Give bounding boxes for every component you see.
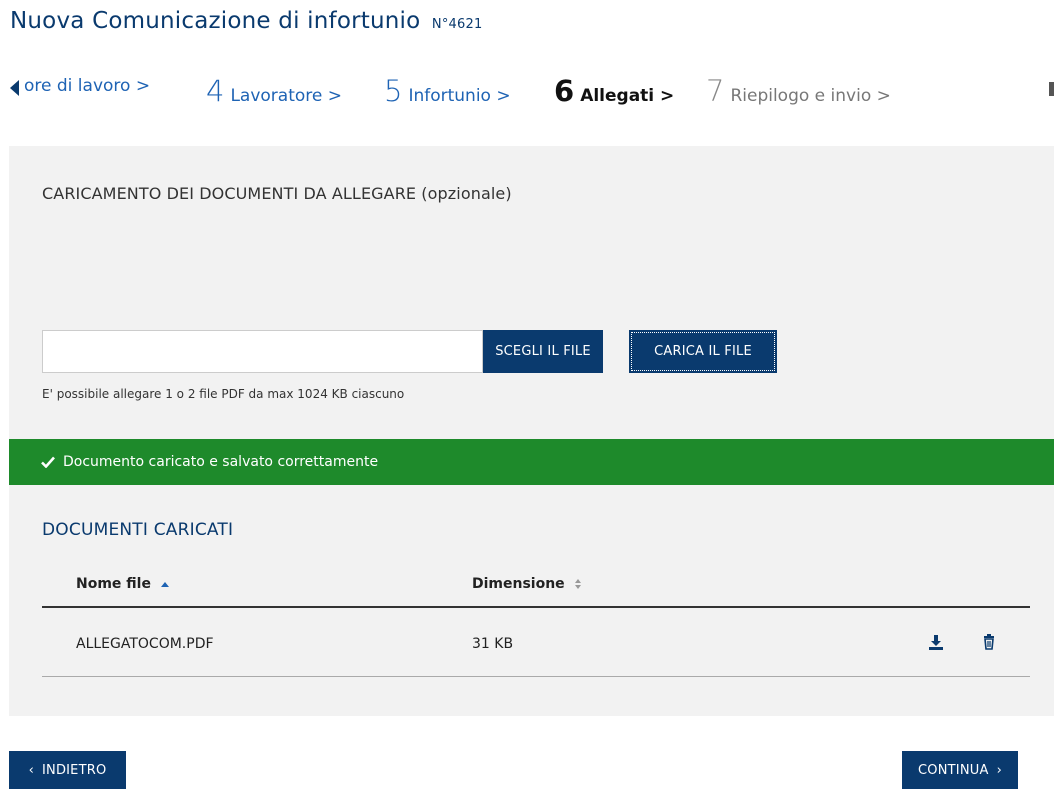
column-header-nome-file[interactable]: Nome file	[76, 576, 169, 592]
table-header-divider	[42, 606, 1030, 608]
trash-icon[interactable]	[980, 633, 998, 651]
check-icon	[41, 456, 55, 468]
step-label: Lavoratore >	[230, 86, 342, 106]
column-header-label: Dimensione	[472, 576, 565, 592]
step-number: 4	[206, 76, 225, 108]
step-number: 5	[384, 76, 403, 108]
sort-icon	[574, 579, 581, 589]
step-lavoratore[interactable]: 4 Lavoratore >	[206, 76, 342, 106]
chevron-right-icon: ›	[996, 762, 1002, 778]
step-label: Riepilogo e invio >	[730, 86, 891, 106]
back-button[interactable]: ‹ INDIETRO	[9, 751, 126, 789]
download-icon[interactable]	[927, 633, 945, 651]
file-name-cell: ALLEGATOCOM.PDF	[76, 636, 214, 652]
choose-file-button[interactable]: SCEGLI IL FILE	[483, 330, 603, 373]
communication-number: N°4621	[431, 17, 483, 32]
steps-scroll-right-icon[interactable]	[1049, 82, 1054, 96]
success-alert: Documento caricato e salvato correttamen…	[9, 439, 1054, 485]
upload-section-title: CARICAMENTO DEI DOCUMENTI DA ALLEGARE (o…	[42, 184, 512, 203]
step-infortunio[interactable]: 5 Infortunio >	[384, 76, 511, 106]
upload-file-button[interactable]: CARICA IL FILE	[629, 330, 777, 373]
attachments-panel	[9, 146, 1054, 716]
continue-button[interactable]: CONTINUA ›	[902, 751, 1018, 789]
sort-ascending-icon	[160, 581, 169, 587]
step-label: ore di lavoro >	[24, 76, 151, 96]
step-label: Allegati >	[580, 86, 675, 106]
back-button-label: INDIETRO	[41, 762, 107, 778]
steps-scroll-left-icon[interactable]	[10, 80, 19, 96]
upload-hint: E' possibile allegare 1 o 2 file PDF da …	[42, 387, 405, 401]
page-title: Nuova Comunicazione di infortunio N°4621	[10, 8, 482, 34]
step-allegati: 6 Allegati >	[554, 76, 674, 106]
uploaded-documents-title: DOCUMENTI CARICATI	[42, 520, 234, 540]
wizard-steps: ore di lavoro > 4 Lavoratore > 5 Infortu…	[0, 76, 1054, 112]
table-footer-divider	[42, 676, 1030, 677]
column-header-label: Nome file	[76, 576, 151, 592]
step-number: 7	[706, 76, 725, 108]
file-path-field[interactable]	[42, 330, 483, 373]
chevron-left-icon: ‹	[28, 762, 34, 778]
step-number: 6	[554, 76, 575, 108]
step-label: Infortunio >	[408, 86, 511, 106]
step-datore-di-lavoro[interactable]: ore di lavoro >	[24, 76, 150, 96]
page-title-text: Nuova Comunicazione di infortunio	[10, 8, 421, 34]
alert-text: Documento caricato e salvato correttamen…	[63, 454, 379, 470]
continue-button-label: CONTINUA	[918, 762, 989, 778]
column-header-dimensione[interactable]: Dimensione	[472, 576, 581, 592]
file-size-cell: 31 KB	[472, 636, 514, 652]
step-riepilogo-e-invio: 7 Riepilogo e invio >	[706, 76, 891, 106]
